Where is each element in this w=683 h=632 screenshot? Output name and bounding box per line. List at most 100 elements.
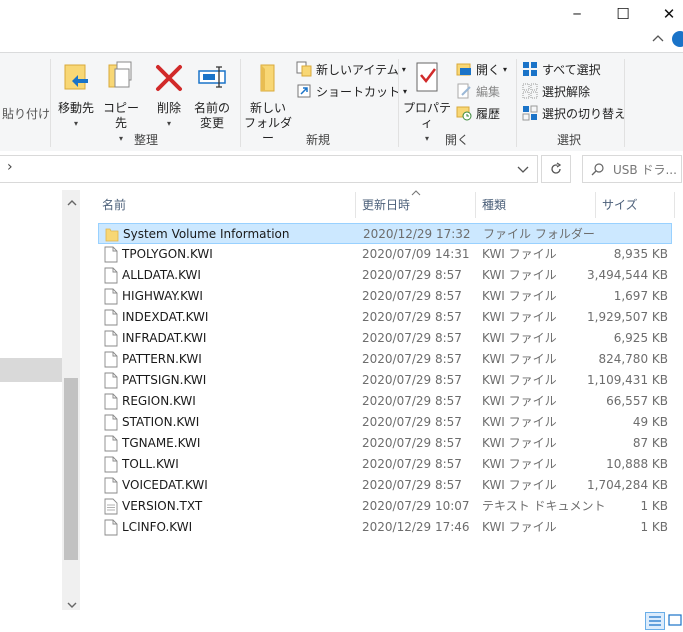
file-date: 2020/07/29 8:57 — [362, 373, 462, 387]
open-button[interactable]: 開く ▾ — [456, 59, 507, 79]
file-row[interactable]: INFRADAT.KWI 2020/07/29 8:57 KWI ファイル 6,925… — [98, 328, 672, 349]
select-none-button[interactable]: 選択解除 — [522, 81, 590, 101]
file-name: REGION.KWI — [122, 394, 196, 408]
nav-scrollbar[interactable] — [62, 190, 80, 610]
scroll-down-arrow[interactable] — [67, 598, 77, 612]
file-row[interactable]: System Volume Information 2020/12/29 17:3… — [98, 223, 672, 244]
invert-selection-button[interactable]: 選択の切り替え — [522, 103, 626, 123]
file-icon — [104, 435, 118, 452]
file-size: 1,704,284 KB — [587, 478, 668, 492]
column-header-size[interactable]: サイズ — [602, 192, 638, 218]
maximize-button[interactable]: ☐ — [600, 0, 646, 28]
file-row[interactable]: LCINFO.KWI 2020/12/29 17:46 KWI ファイル 1 KB — [98, 517, 672, 538]
file-size: 824,780 KB — [598, 352, 668, 366]
file-size: 1,697 KB — [613, 289, 668, 303]
file-icon — [104, 393, 118, 410]
file-name: PATTERN.KWI — [122, 352, 202, 366]
move-to-button[interactable]: 移動先 ▾ — [56, 59, 96, 131]
search-placeholder: USB ドラ... — [613, 163, 677, 177]
collapse-ribbon-button[interactable] — [651, 32, 665, 46]
file-row[interactable]: VERSION.TXT 2020/07/29 10:07 テキスト ドキュメント 1 … — [98, 496, 672, 517]
file-icon — [104, 288, 118, 305]
file-row[interactable]: VOICEDAT.KWI 2020/07/29 8:57 KWI ファイル 1,704… — [98, 475, 672, 496]
file-name: HIGHWAY.KWI — [122, 289, 203, 303]
new-folder-icon — [260, 64, 275, 92]
title-bar: ─ ☐ ✕ — [0, 0, 683, 28]
file-row[interactable]: PATTERN.KWI 2020/07/29 8:57 KWI ファイル 824,78… — [98, 349, 672, 370]
file-icon — [104, 267, 118, 284]
file-row[interactable]: TGNAME.KWI 2020/07/29 8:57 KWI ファイル 87 KB — [98, 433, 672, 454]
file-icon — [104, 246, 118, 263]
close-button[interactable]: ✕ — [646, 0, 683, 28]
chevron-down-icon — [67, 602, 77, 608]
file-type: KWI ファイル — [482, 247, 557, 261]
file-row[interactable]: TPOLYGON.KWI 2020/07/09 14:31 KWI ファイル 8,93… — [98, 244, 672, 265]
file-date: 2020/07/09 14:31 — [362, 247, 470, 261]
navigation-pane — [0, 186, 64, 616]
chevron-up-icon — [67, 200, 77, 206]
file-name: TGNAME.KWI — [122, 436, 201, 450]
scroll-thumb[interactable] — [64, 378, 78, 560]
shortcut-button[interactable]: ショートカット ▾ — [296, 81, 407, 101]
file-row[interactable]: TOLL.KWI 2020/07/29 8:57 KWI ファイル 10,888 KB — [98, 454, 672, 475]
history-button[interactable]: 履歴 — [456, 103, 500, 123]
search-box[interactable]: USB ドラ... — [582, 155, 682, 183]
file-type: テキスト ドキュメント — [482, 499, 606, 513]
file-row[interactable]: HIGHWAY.KWI 2020/07/29 8:57 KWI ファイル 1,697 … — [98, 286, 672, 307]
delete-button[interactable]: 削除 ▾ — [152, 59, 186, 131]
file-icon — [104, 330, 118, 347]
new-item-button[interactable]: 新しいアイテム ▾ — [296, 59, 406, 79]
scroll-up-arrow[interactable] — [67, 196, 77, 210]
minimize-button[interactable]: ─ — [554, 0, 600, 28]
file-name: STATION.KWI — [122, 415, 200, 429]
details-view-button[interactable] — [645, 612, 665, 630]
file-type: KWI ファイル — [482, 352, 557, 366]
file-row[interactable]: INDEXDAT.KWI 2020/07/29 8:57 KWI ファイル 1,929… — [98, 307, 672, 328]
file-row[interactable]: ALLDATA.KWI 2020/07/29 8:57 KWI ファイル 3,494,… — [98, 265, 672, 286]
file-row[interactable]: PATTSIGN.KWI 2020/07/29 8:57 KWI ファイル 1,109… — [98, 370, 672, 391]
delete-icon — [156, 65, 182, 91]
select-all-button[interactable]: すべて選択 — [522, 59, 601, 79]
file-type: KWI ファイル — [482, 415, 557, 429]
file-date: 2020/12/29 17:46 — [362, 520, 470, 534]
breadcrumb-chevron-icon[interactable]: › — [7, 159, 13, 175]
column-header-name[interactable]: 名前 — [102, 192, 126, 218]
text-file-icon — [104, 498, 118, 515]
file-date: 2020/07/29 8:57 — [362, 415, 462, 429]
file-size: 49 KB — [632, 415, 668, 429]
column-header-date[interactable]: 更新日時 — [362, 192, 410, 218]
file-type: KWI ファイル — [482, 268, 557, 282]
file-row[interactable]: REGION.KWI 2020/07/29 8:57 KWI ファイル 66,557 … — [98, 391, 672, 412]
file-type: KWI ファイル — [482, 310, 557, 324]
file-name: TPOLYGON.KWI — [122, 247, 213, 261]
sort-ascending-icon — [411, 190, 421, 196]
nav-item-selected[interactable] — [0, 358, 62, 382]
file-name: System Volume Information — [123, 227, 290, 241]
address-field[interactable]: › — [0, 155, 538, 183]
file-size: 87 KB — [632, 436, 668, 450]
large-icons-view-button[interactable] — [667, 612, 683, 628]
open-folder-icon — [456, 63, 471, 76]
file-row[interactable]: STATION.KWI 2020/07/29 8:57 KWI ファイル 49 KB — [98, 412, 672, 433]
file-icon — [104, 309, 118, 326]
file-icon — [104, 456, 118, 473]
file-size: 3,494,544 KB — [587, 268, 668, 282]
move-to-icon — [64, 64, 88, 90]
address-history-dropdown[interactable] — [515, 161, 531, 177]
refresh-button[interactable] — [541, 155, 571, 183]
file-name: LCINFO.KWI — [122, 520, 193, 534]
file-name: VERSION.TXT — [122, 499, 203, 513]
edit-button[interactable]: 編集 — [456, 81, 500, 101]
file-type: KWI ファイル — [482, 457, 557, 471]
select-all-icon — [523, 62, 537, 76]
help-icon[interactable] — [672, 31, 683, 47]
chevron-down-icon: ▾ — [503, 64, 508, 74]
paste-button-label[interactable]: 貼り付け — [2, 105, 50, 122]
file-name: TOLL.KWI — [122, 457, 179, 471]
file-size: 66,557 KB — [606, 394, 668, 408]
edit-icon — [457, 83, 471, 99]
file-type: KWI ファイル — [482, 373, 557, 387]
rename-button[interactable]: 名前の 変更 — [192, 59, 232, 131]
column-header-type[interactable]: 種類 — [482, 192, 506, 218]
file-date: 2020/07/29 8:57 — [362, 478, 462, 492]
